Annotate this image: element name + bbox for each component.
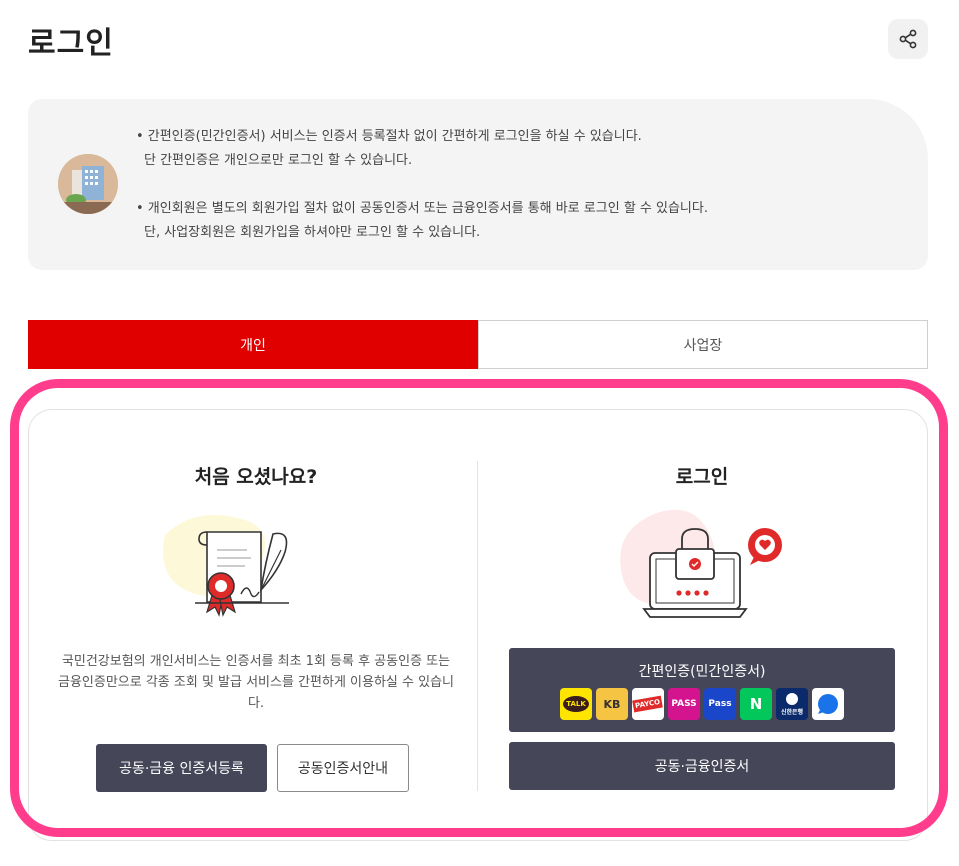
easy-auth-label: 간편인증(민간인증서) <box>638 664 766 680</box>
provider-label: 신한은행 <box>780 708 804 716</box>
shinhan-icon: 신한은행 <box>776 688 808 720</box>
first-visit-title: 처음 오셨나요? <box>194 466 318 488</box>
certificate-guide-button[interactable]: 공동인증서안내 <box>277 744 409 792</box>
login-title: 로그인 <box>675 466 729 488</box>
notice-line: • 개인회원은 별도의 회원가입 절차 없이 공동인증서 또는 금융인증서를 통… <box>136 201 708 216</box>
payco-icon: PAYCO <box>632 688 664 720</box>
notice-box: • 간편인증(민간인증서) 서비스는 인증서 등록절차 없이 간편하게 로그인을… <box>28 99 928 270</box>
register-certificate-button[interactable]: 공동·금융 인증서등록 <box>96 744 267 792</box>
provider-row: TALK KB PAYCO PASS Pass N 신한은행 <box>560 688 844 720</box>
share-icon <box>899 29 917 49</box>
page-title: 로그인 <box>28 26 114 61</box>
notice-line: 단, 사업장회원은 회원가입을 하셔야만 로그인 할 수 있습니다. <box>144 225 481 240</box>
pass-icon: PASS <box>668 688 700 720</box>
joint-financial-cert-button[interactable]: 공동·금융인증서 <box>509 742 895 790</box>
tab-personal[interactable]: 개인 <box>28 320 478 369</box>
certificate-icon <box>163 515 289 617</box>
first-visit-description: 국민건강보험의 개인서비스는 인증서를 최초 1회 등록 후 공동인증 또는 금… <box>58 654 454 711</box>
toss-icon <box>812 688 844 720</box>
kb-icon: KB <box>596 688 628 720</box>
notice-line: 단 간편인증은 개인으로만 로그인 할 수 있습니다. <box>144 153 413 168</box>
samsung-pass-icon: Pass <box>704 688 736 720</box>
naver-icon: N <box>740 688 772 720</box>
provider-label: PAYCO <box>632 695 664 713</box>
column-divider <box>477 461 478 791</box>
notice-line: • 간편인증(민간인증서) 서비스는 인증서 등록절차 없이 간편하게 로그인을… <box>136 129 642 144</box>
notice-text: • 간편인증(민간인증서) 서비스는 인증서 등록절차 없이 간편하게 로그인을… <box>136 125 708 245</box>
provider-label: TALK <box>563 696 589 712</box>
easy-auth-button[interactable]: 간편인증(민간인증서) TALK KB PAYCO PASS Pass N 신한… <box>509 648 895 732</box>
member-type-tabs: 개인 사업장 <box>28 320 928 369</box>
share-button[interactable] <box>888 19 928 59</box>
laptop-lock-icon <box>620 509 782 618</box>
building-icon <box>58 154 118 214</box>
kakao-talk-icon: TALK <box>560 688 592 720</box>
tab-business[interactable]: 사업장 <box>478 320 928 369</box>
